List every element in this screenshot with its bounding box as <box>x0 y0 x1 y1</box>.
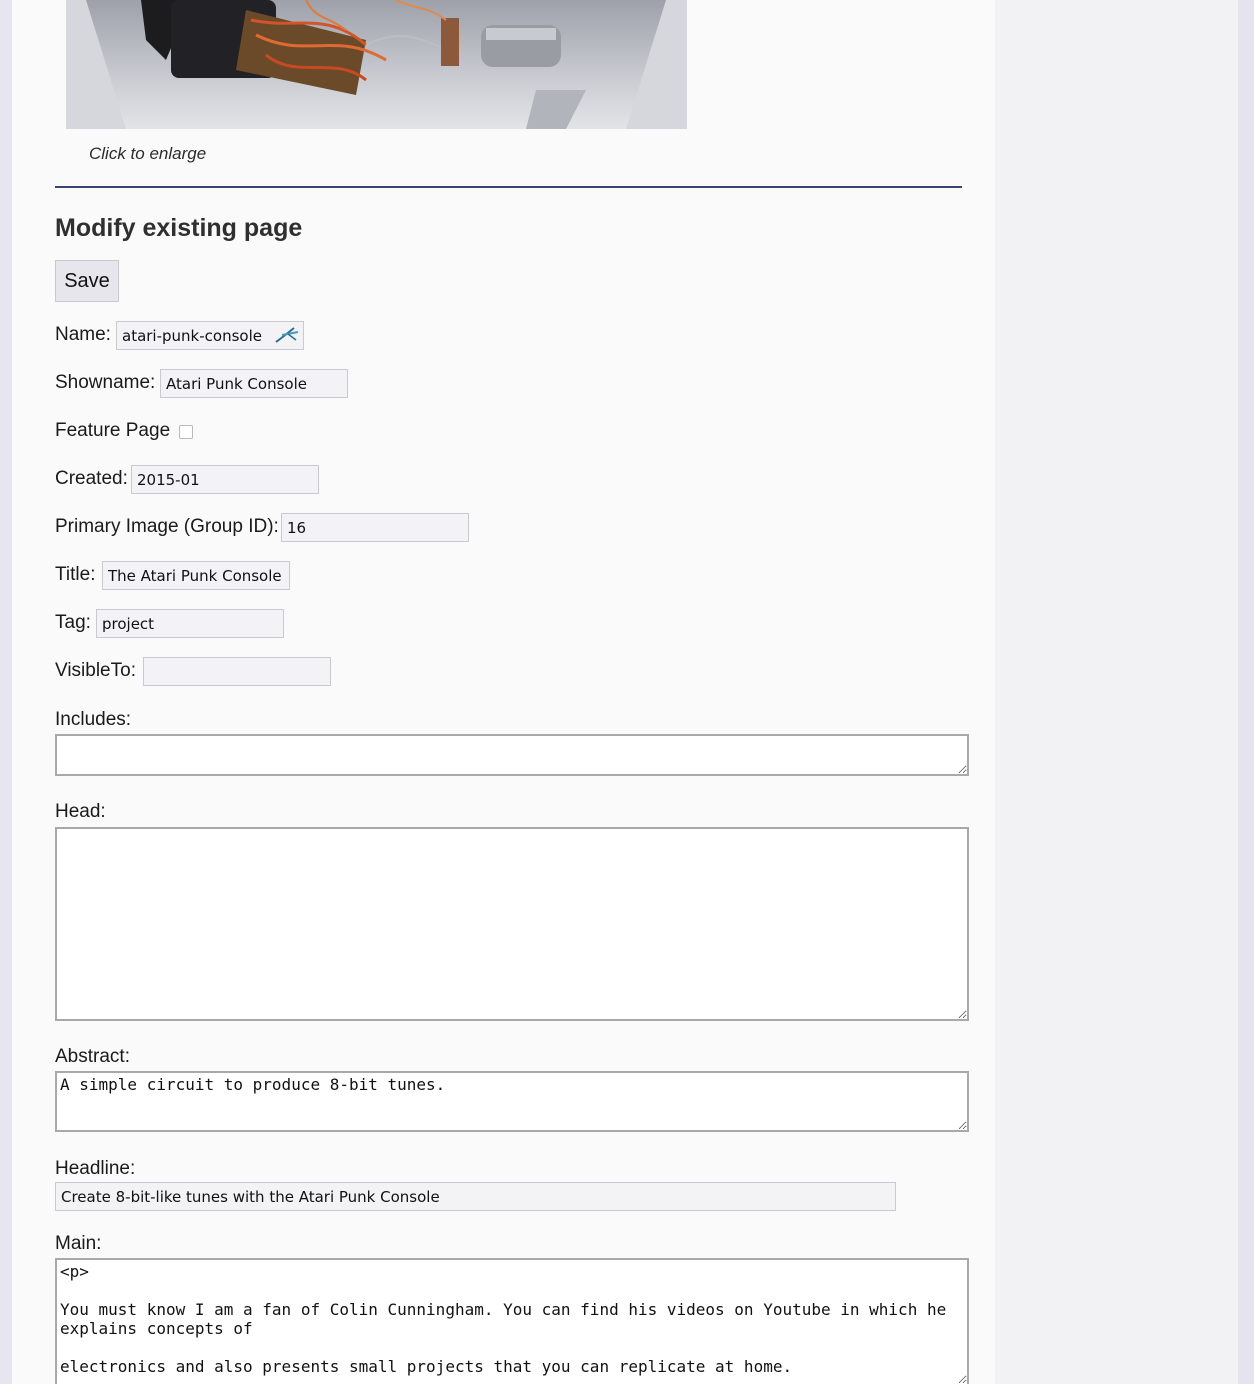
title-input[interactable] <box>102 561 290 590</box>
created-input[interactable] <box>131 465 319 494</box>
tag-label: Tag: <box>55 612 91 633</box>
visible-to-label: VisibleTo: <box>55 660 136 681</box>
section-divider <box>55 186 962 188</box>
head-label: Head: <box>55 801 106 822</box>
includes-textarea[interactable] <box>55 734 969 776</box>
main-textarea[interactable] <box>55 1258 969 1384</box>
headline-input[interactable] <box>55 1182 896 1211</box>
headline-label: Headline: <box>55 1158 136 1179</box>
abstract-textarea[interactable] <box>55 1071 969 1132</box>
primary-image[interactable] <box>66 0 687 129</box>
abstract-label: Abstract: <box>55 1046 130 1067</box>
feature-page-label: Feature Page <box>55 420 171 441</box>
visible-to-input[interactable] <box>143 657 331 686</box>
name-label: Name: <box>55 324 111 345</box>
feature-page-checkbox[interactable] <box>179 425 193 439</box>
page-heading: Modify existing page <box>55 214 303 242</box>
showname-input[interactable] <box>160 369 348 398</box>
includes-label: Includes: <box>55 709 132 730</box>
save-button[interactable]: Save <box>55 260 119 302</box>
content-area <box>12 0 995 1384</box>
showname-label: Showname: <box>55 372 156 393</box>
circuit-photo <box>66 0 687 129</box>
edit-pen-icon[interactable] <box>274 324 302 346</box>
primary-image-label: Primary Image (Group ID): <box>55 516 279 537</box>
page-edge <box>1238 0 1254 1384</box>
title-label: Title: <box>55 564 96 585</box>
primary-image-input[interactable] <box>281 513 469 542</box>
head-textarea[interactable] <box>55 827 969 1021</box>
tag-input[interactable] <box>96 609 284 638</box>
main-label: Main: <box>55 1233 102 1254</box>
created-label: Created: <box>55 468 128 489</box>
right-sidebar <box>995 0 1238 1384</box>
image-caption: Click to enlarge <box>89 144 207 163</box>
